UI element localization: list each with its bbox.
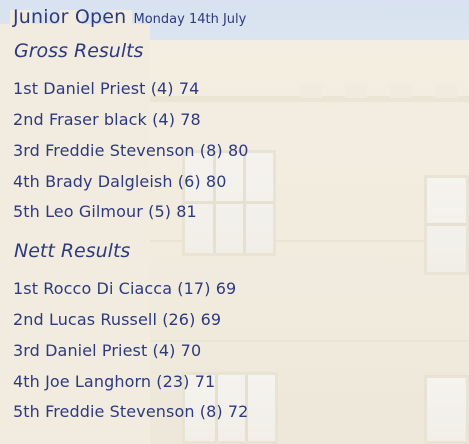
gross-result-3: 3rd Freddie Stevenson (8) 80 xyxy=(13,141,249,160)
nett-result-3: 3rd Daniel Priest (4) 70 xyxy=(13,341,202,360)
nett-result-1: 1st Rocco Di Ciacca (17) 69 xyxy=(13,279,237,298)
gross-result-5: 5th Leo Gilmour (5) 81 xyxy=(13,202,197,221)
gross-result-2: 2nd Fraser black (4) 78 xyxy=(13,110,201,129)
nett-result-5: 5th Freddie Stevenson (8) 72 xyxy=(13,402,249,421)
gross-result-1: 1st Daniel Priest (4) 74 xyxy=(13,79,200,98)
nett-result-2: 2nd Lucas Russell (26) 69 xyxy=(13,310,222,329)
gross-result-4: 4th Brady Dalgleish (6) 80 xyxy=(13,172,227,191)
results-content: Junior Open Monday 14th July Gross Resul… xyxy=(13,0,469,444)
gross-results-heading: Gross Results xyxy=(14,40,144,62)
nett-results-heading: Nett Results xyxy=(14,240,131,262)
page-heading: Junior Open Monday 14th July xyxy=(13,6,246,28)
nett-result-4: 4th Joe Langhorn (23) 71 xyxy=(13,372,216,391)
event-date: Monday 14th July xyxy=(133,12,247,27)
event-title: Junior Open xyxy=(13,6,127,28)
